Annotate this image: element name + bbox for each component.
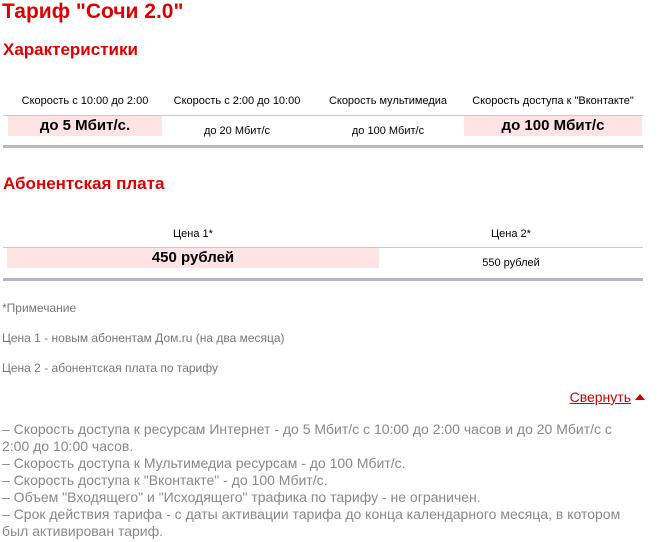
list-item: – Скорость доступа к "Вконтакте" - до 10…: [2, 472, 328, 488]
price-1-value: 450 рублей: [7, 248, 379, 268]
column-header: Скорость с 10:00 до 2:00: [21, 94, 149, 107]
collapse-link-label: Свернуть: [569, 389, 631, 405]
column-header: Скорость с 2:00 до 10:00: [173, 94, 301, 107]
table-divider: [3, 145, 643, 148]
fee-heading: Абонентская плата: [3, 174, 165, 193]
fee-table: Цена 1* Цена 2* 450 рублей 550 рублей: [3, 220, 643, 281]
table-divider: [3, 278, 643, 281]
table-header-row: Скорость с 10:00 до 2:00 Скорость с 2:00…: [3, 86, 643, 116]
speed-multimedia-value: до 100 Мбит/с: [351, 124, 425, 137]
list-item: – Скорость доступа к Мультимедиа ресурса…: [2, 455, 406, 471]
list-item: – Скорость доступа к ресурсам Интернет -…: [2, 421, 612, 454]
speed-night-value: до 20 Мбит/с: [203, 124, 271, 137]
table-header-row: Цена 1* Цена 2*: [3, 220, 643, 248]
caret-up-icon: [635, 394, 645, 400]
column-header: Цена 1*: [173, 227, 213, 240]
note-title: *Примечание: [2, 301, 77, 315]
table-row: 450 рублей 550 рублей: [3, 248, 643, 278]
column-header: Скорость доступа к "Вконтакте": [472, 94, 634, 107]
collapse-link[interactable]: Свернуть: [570, 389, 645, 405]
speed-day-value: до 5 Мбит/с.: [8, 116, 162, 136]
price-2-value: 550 рублей: [482, 257, 540, 269]
note-item: Цена 2 - абонентская плата по тарифу: [2, 361, 218, 375]
list-item: – Объем "Входящего" и "Исходящего" трафи…: [2, 489, 481, 505]
column-header: Цена 2*: [491, 227, 531, 240]
speed-vkontakte-value: до 100 Мбит/с: [464, 116, 642, 136]
column-header: Скорость мультимедиа: [328, 94, 448, 107]
characteristics-table: Скорость с 10:00 до 2:00 Скорость с 2:00…: [3, 86, 643, 148]
characteristics-heading: Характеристики: [3, 40, 138, 59]
page-title: Тариф "Сочи 2.0": [2, 0, 184, 23]
tariff-details-list: – Скорость доступа к ресурсам Интернет -…: [2, 421, 642, 540]
note-item: Цена 1 - новым абонентам Дом.ru (на два …: [2, 331, 285, 345]
table-row: до 5 Мбит/с. до 20 Мбит/с до 100 Мбит/с …: [3, 116, 643, 145]
list-item: – Срок действия тарифа - с даты активаци…: [2, 506, 621, 539]
